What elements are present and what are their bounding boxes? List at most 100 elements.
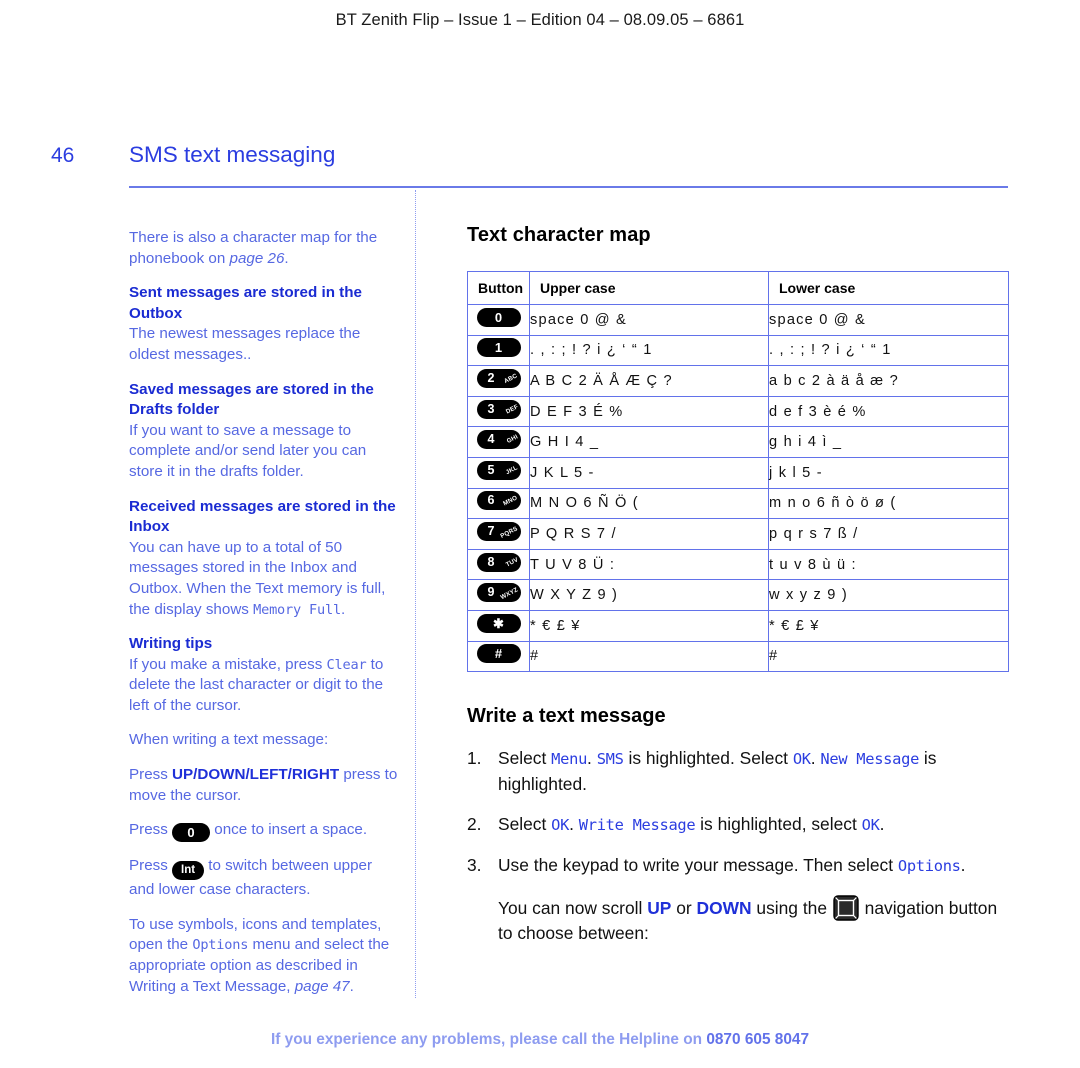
lcd-ok-2: OK [551,816,570,835]
sidebar-body-inbox-after: . [340,600,346,618]
charmap-lower-cell: g h i 4 ì _ [768,426,1009,458]
lcd-options-step: Options [897,857,961,876]
direction-down-label: DOWN [696,898,752,919]
sidebar-press-int: Press Int to switch between upper and lo… [129,856,401,901]
table-row: 5 JKL J K L 5 -j k l 5 - [467,456,1009,489]
key-#-icon: # [476,644,521,664]
step3-followup-a: You can now scroll [498,898,648,919]
step2-a: Select [498,814,552,835]
step3-followup: You can now scroll UP or DOWN using the … [498,895,1008,946]
key-0-icon: 0 [172,823,211,843]
key-0-icon: 0 [476,307,521,327]
charmap-lower-cell: w x y z 9 ) [768,579,1009,611]
key-2-icon: 2 ABC [476,368,521,388]
key-6-icon: 6 MNO [476,491,521,511]
table-row: 3 DEF D E F 3 É % d e f 3 è é % [467,395,1009,428]
press-int-prefix: Press [129,857,173,875]
press-zero-prefix: Press [129,821,173,839]
step1-b: . [587,748,597,769]
key-1-icon: 1 [476,338,521,358]
charmap-upper-cell: . , : ; ! ? i ¿ ‘ “ 1 [529,334,769,367]
helpline-footer: If you experience any problems, please c… [0,1031,1080,1049]
table-row: 2 ABC A B C 2 Ä Å Æ Ç ? a b c 2 à ä å æ ? [467,365,1009,397]
step3-a: Use the keypad to write your message. Th… [498,855,898,876]
lcd-sms: SMS [596,750,624,769]
navigation-button-icon [833,895,859,921]
step2-b: . [569,814,579,835]
sidebar-heading-drafts: Saved messages are stored in the Drafts … [129,380,374,419]
charmap-lower-cell: space 0 @ & [768,304,1009,336]
charmap-button-cell: 1 [467,334,530,367]
press-nav-prefix: Press [129,766,173,784]
sidebar-body-drafts: If you want to save a message to complet… [129,421,367,480]
step2-d: . [879,814,885,835]
charmap-upper-cell: G H I 4 _ [529,426,769,458]
symbols-note-after: . [349,977,354,995]
sidebar-press-navigation: Press UP/DOWN/LEFT/RIGHT press to move t… [129,765,401,806]
page-number: 46 [51,144,75,167]
step1-d: . [810,748,821,769]
direction-up-label: UP [647,898,672,919]
key-5-icon: 5 JKL [476,460,521,480]
page-title: SMS text messaging [129,142,336,167]
sidebar-heading-writing-tips: Writing tips [129,635,213,653]
charmap-upper-cell: D E F 3 É % [529,395,769,428]
table-row: # # # [467,640,1009,673]
step-3: Use the keypad to write your message. Th… [467,853,1008,946]
sidebar-column: There is also a character map for the ph… [129,228,401,997]
key-8-icon: 8 TUV [476,552,521,572]
table-row: ✱ * € £ ¥ * € £ ¥ [467,609,1009,642]
step1-c: is highlighted. Select [623,748,793,769]
charmap-button-cell: 5 JKL [467,456,530,489]
charmap-upper-cell: T U V 8 Ü : [529,548,769,581]
charmap-button-cell: 4 GHI [467,426,530,458]
sidebar-intro: There is also a character map for the ph… [129,228,401,269]
write-message-title: Write a text message [467,705,666,728]
charmap-upper-cell: W X Y Z 9 ) [529,579,769,611]
lcd-new-message: New Message [820,750,920,769]
charmap-col-upper: Upper case [529,271,769,305]
table-row: 7 PQRS P Q R S 7 /p q r s 7 ß / [467,518,1009,550]
sidebar-symbols-note: To use symbols, icons and templates, ope… [129,915,401,997]
charmap-lower-cell: a b c 2 à ä å æ ? [768,365,1009,397]
key-4-icon: 4 GHI [476,430,521,450]
charmap-button-cell: 3 DEF [467,395,530,428]
sidebar-body-inbox: You can have up to a total of 50 message… [129,538,401,620]
key-✱-icon: ✱ [476,613,521,633]
lcd-clear: Clear [326,656,367,673]
sidebar-heading-inbox: Received messages are stored in the Inbo… [129,497,396,536]
helpline-number: 0870 605 8047 [706,1031,810,1048]
writing-tips-before: If you make a mistake, press [129,655,327,673]
table-row: 1 . , : ; ! ? i ¿ ‘ “ 1. , : ; ! ? i ¿ ‘ … [467,334,1009,367]
sidebar-press-zero: Press 0 once to insert a space. [129,820,401,843]
charmap-lower-cell: * € £ ¥ [768,609,1009,642]
charmap-header-row: Button Upper case Lower case [467,271,1009,305]
column-divider [415,190,416,998]
charmap-col-button: Button [467,271,530,305]
main-column: Text character map Button Upper case Low… [467,224,1009,961]
charmap-button-cell: ✱ [467,609,530,642]
charmap-title: Text character map [467,224,651,246]
lcd-memory-full: Memory Full [253,601,341,618]
charmap-lower-cell: j k l 5 - [768,456,1009,489]
table-row: 8 TUV T U V 8 Ü :t u v 8 ù ü : [467,548,1009,581]
charmap-lower-cell: p q r s 7 ß / [768,518,1009,550]
charmap-button-cell: 2 ABC [467,365,530,397]
write-message-steps: Select Menu. SMS is highlighted. Select … [467,746,1008,946]
charmap-button-cell: # [467,640,530,673]
step3-b: . [960,855,966,876]
charmap-lower-cell: d e f 3 è é % [768,395,1009,428]
page-reference-26: page 26 [229,249,285,267]
sidebar-when-writing: When writing a text message: [129,731,329,749]
lcd-write-message: Write Message [578,816,696,835]
step3-followup-b: or [671,898,697,919]
character-map-table: Button Upper case Lower case 0 space 0 @ … [467,271,1009,673]
charmap-upper-cell: P Q R S 7 / [529,518,769,550]
charmap-button-cell: 8 TUV [467,548,530,581]
table-row: 0 space 0 @ & space 0 @ & [467,304,1009,336]
charmap-upper-cell: M N O 6 Ñ Ö ( [529,487,769,520]
charmap-button-cell: 7 PQRS [467,518,530,550]
charmap-button-cell: 0 [467,304,530,336]
charmap-upper-cell: A B C 2 Ä Å Æ Ç ? [529,365,769,397]
sidebar-intro-period: . [284,249,289,267]
